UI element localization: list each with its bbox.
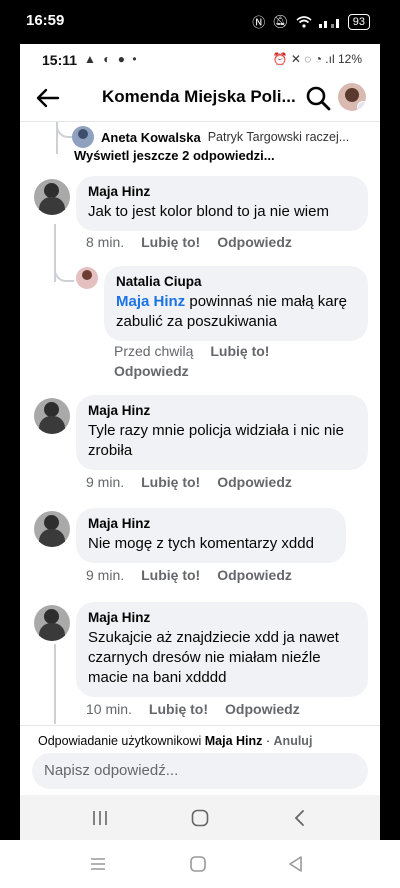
comment-bubble[interactable]: Natalia Ciupa Maja Hinz powinnaś nie mał… bbox=[104, 266, 368, 341]
like-button[interactable]: Lubię to! bbox=[210, 343, 269, 359]
home-icon[interactable] bbox=[188, 854, 208, 874]
inner-status-right: ⏰ ✕ ◌ ◔ .ıl 12% bbox=[272, 52, 362, 66]
chevron-down-icon bbox=[357, 101, 366, 111]
back-triangle-icon[interactable] bbox=[286, 854, 306, 874]
comment-author[interactable]: Maja Hinz bbox=[88, 610, 356, 625]
page-title: Komenda Miejska Poli... bbox=[102, 87, 296, 106]
like-button[interactable]: Lubię to! bbox=[141, 234, 200, 250]
recent-apps-icon[interactable] bbox=[90, 808, 110, 828]
comment-author[interactable]: Maja Hinz bbox=[88, 184, 356, 199]
signal-icon bbox=[318, 18, 339, 28]
reply-button[interactable]: Odpowiedz bbox=[225, 701, 300, 717]
comment-time: Przed chwilą bbox=[114, 343, 194, 359]
comment-text: Nie mogę z tych komentarzy xddd bbox=[88, 535, 314, 552]
home-icon[interactable] bbox=[190, 808, 210, 828]
thread-curve-reply bbox=[54, 250, 74, 282]
inner-navigation-bar bbox=[20, 795, 380, 840]
avatar[interactable] bbox=[34, 398, 70, 434]
comment-actions: Przed chwilą Lubię to! Odpowiedz bbox=[114, 343, 334, 379]
comment-bubble[interactable]: Maja Hinz Szukajcie aż znajdziecie xdd j… bbox=[76, 602, 368, 697]
avatar[interactable] bbox=[34, 511, 70, 547]
avatar[interactable] bbox=[76, 267, 98, 289]
like-button[interactable]: Lubię to! bbox=[141, 567, 200, 583]
comment-text: Maja Hinz powinnaś nie małą karę zabulić… bbox=[116, 292, 356, 332]
menu-icon[interactable] bbox=[88, 854, 108, 874]
like-button[interactable]: Lubię to! bbox=[149, 701, 208, 717]
comment-time: 9 min. bbox=[86, 567, 125, 583]
reply-preview[interactable]: Aneta Kowalska Patryk Targowski raczej..… bbox=[72, 126, 349, 148]
comment-text: Jak to jest kolor blond to ja nie wiem bbox=[88, 203, 329, 220]
frame-right bbox=[380, 44, 400, 840]
outer-clock: 16:59 bbox=[26, 12, 65, 29]
comment-author[interactable]: Maja Hinz bbox=[88, 516, 334, 531]
preview-author: Aneta Kowalska bbox=[101, 129, 201, 145]
comment-text: Tyle razy mnie policja widziała i nic ni… bbox=[88, 422, 344, 459]
comment-time: 10 min. bbox=[86, 701, 132, 717]
preview-snippet: Patryk Targowski raczej... bbox=[207, 130, 350, 144]
inner-notification-icons: ▲ ◐ ● • bbox=[84, 52, 139, 66]
reply-button[interactable]: Odpowiedz bbox=[217, 234, 292, 250]
profile-avatar[interactable] bbox=[338, 83, 366, 111]
replying-separator: · bbox=[262, 734, 274, 748]
nfc-icon: Ⓝ bbox=[252, 15, 266, 30]
comment-actions: 8 min. Lubię to! Odpowiedz bbox=[86, 234, 292, 250]
frame-left bbox=[0, 44, 20, 840]
comment-actions: 9 min. Lubię to! Odpowiedz bbox=[86, 567, 292, 583]
cancel-reply-button[interactable]: Anuluj bbox=[274, 734, 313, 748]
inner-screen: 15:11 ▲ ◐ ● • ⏰ ✕ ◌ ◔ .ıl 12% Komenda Mi… bbox=[20, 44, 380, 840]
comment-time: 8 min. bbox=[86, 234, 125, 250]
outer-status-bar: 16:59 Ⓝ 🔕︎ 93 bbox=[0, 0, 400, 44]
comment-bubble[interactable]: Maja Hinz Jak to jest kolor blond to ja … bbox=[76, 176, 368, 231]
comment-bubble[interactable]: Maja Hinz Nie mogę z tych komentarzy xdd… bbox=[76, 508, 346, 563]
mute-icon: 🔕︎ bbox=[272, 13, 289, 29]
battery-indicator: 93 bbox=[347, 13, 370, 30]
mention-link[interactable]: Maja Hinz bbox=[116, 293, 185, 310]
search-icon[interactable] bbox=[304, 84, 332, 112]
back-arrow-icon[interactable] bbox=[34, 84, 62, 112]
replying-prefix: Odpowiadanie użytkownikowi bbox=[38, 734, 205, 748]
comment-actions: 9 min. Lubię to! Odpowiedz bbox=[86, 474, 292, 490]
wifi-icon bbox=[296, 15, 312, 28]
avatar[interactable] bbox=[34, 179, 70, 215]
reply-input[interactable]: Napisz odpowiedź... bbox=[32, 753, 368, 789]
avatar bbox=[72, 126, 94, 148]
comment-bubble[interactable]: Maja Hinz Tyle razy mnie policja widział… bbox=[76, 395, 368, 470]
back-icon[interactable] bbox=[290, 808, 310, 828]
comment-time: 9 min. bbox=[86, 474, 125, 490]
outer-status-icons: Ⓝ 🔕︎ 93 bbox=[252, 12, 370, 31]
comment-author[interactable]: Natalia Ciupa bbox=[116, 274, 356, 289]
thread-line-bottom bbox=[54, 644, 56, 724]
like-button[interactable]: Lubię to! bbox=[141, 474, 200, 490]
comment-actions: 10 min. Lubię to! Odpowiedz bbox=[86, 701, 300, 717]
inner-status-bar: 15:11 ▲ ◐ ● • ⏰ ✕ ◌ ◔ .ıl 12% bbox=[20, 44, 380, 74]
inner-clock: 15:11 bbox=[42, 52, 78, 68]
reply-button[interactable]: Odpowiedz bbox=[217, 567, 292, 583]
comment-text: Szukajcie aż znajdziecie xdd ja nawet cz… bbox=[88, 629, 339, 686]
page-header: Komenda Miejska Poli... bbox=[20, 74, 380, 122]
reply-button[interactable]: Odpowiedz bbox=[114, 363, 189, 379]
avatar[interactable] bbox=[34, 605, 70, 641]
comment-author[interactable]: Maja Hinz bbox=[88, 403, 356, 418]
view-more-replies-link[interactable]: Wyświetl jeszcze 2 odpowiedzi... bbox=[74, 148, 275, 163]
replying-to-name: Maja Hinz bbox=[204, 734, 263, 748]
outer-navigation-bar bbox=[0, 840, 400, 888]
replying-to-bar: Odpowiadanie użytkownikowi Maja Hinz · A… bbox=[20, 725, 380, 755]
reply-button[interactable]: Odpowiedz bbox=[217, 474, 292, 490]
thread-curve-preview bbox=[56, 122, 72, 138]
